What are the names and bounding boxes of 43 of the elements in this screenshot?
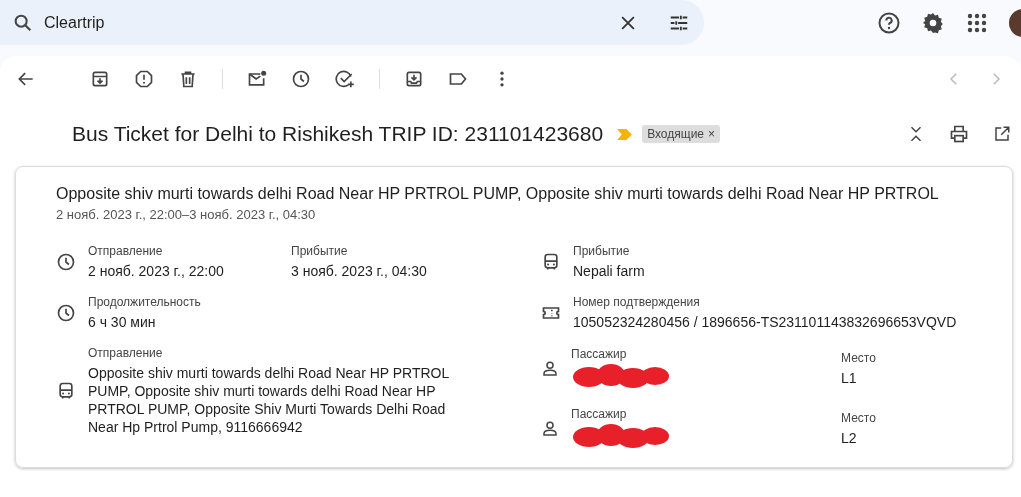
field-value: 3 нояб. 2023 г., 04:30 bbox=[291, 262, 428, 280]
add-task-icon[interactable] bbox=[335, 69, 355, 89]
search-value: Cleartrip bbox=[44, 13, 105, 32]
label-chip-text: Входящие bbox=[647, 127, 705, 141]
email-subject: Bus Ticket for Delhi to Rishikesh TRIP ID: 231101423680 bbox=[72, 122, 604, 146]
field-value: 2 нояб. 2023 г., 22:00 bbox=[88, 262, 225, 280]
move-to-inbox-icon[interactable] bbox=[404, 69, 424, 89]
person-icon bbox=[541, 419, 559, 438]
report-spam-icon[interactable] bbox=[134, 69, 154, 89]
field-label: Продолжительность bbox=[88, 295, 202, 309]
trip-title: Opposite shiv murti towards delhi Road Near HP PRTROL PUMP, Opposite shiv murti towards delhi Road Near HP PRTROL bbox=[56, 185, 940, 203]
bus-icon bbox=[541, 252, 561, 272]
field-value: Opposite shiv murti towards delhi Road Near HP PRTROL PUMP, Opposite shiv murti towards delhi Road Near HP PRTROL PUMP, Opposite Shiv Murti Towards Delhi Road Near Hp Prtrol Pump, 9116666942 bbox=[88, 364, 450, 436]
delete-icon[interactable] bbox=[178, 69, 198, 89]
settings-icon[interactable] bbox=[921, 10, 945, 35]
field-label: Прибытие bbox=[573, 244, 631, 258]
field-label: Пассажир bbox=[571, 406, 628, 421]
snooze-clock-icon[interactable] bbox=[291, 69, 311, 89]
bus-icon bbox=[56, 381, 76, 401]
field-value: 6 ч 30 мин bbox=[88, 313, 157, 331]
person-icon bbox=[541, 359, 559, 378]
trip-dates: 2 нояб. 2023 г., 22:00–3 нояб. 2023 г., 04:30 bbox=[56, 207, 317, 222]
seat-value: L1 bbox=[841, 368, 858, 387]
field-label: Пассажир bbox=[571, 346, 628, 361]
importance-marker-icon[interactable] bbox=[617, 128, 633, 140]
field-label: Отправление bbox=[88, 244, 164, 258]
search-field[interactable]: Cleartrip bbox=[0, 0, 704, 45]
field-label: Место bbox=[841, 410, 877, 425]
field-label: Номер подтверждения bbox=[573, 295, 701, 309]
field-label: Место bbox=[841, 350, 877, 365]
archive-icon[interactable] bbox=[90, 69, 110, 89]
field-label: Отправление bbox=[88, 346, 164, 360]
mark-unread-icon[interactable] bbox=[247, 69, 267, 89]
help-icon[interactable] bbox=[877, 10, 901, 35]
remove-label-button[interactable]: × bbox=[708, 127, 716, 141]
open-in-new-window-icon[interactable] bbox=[993, 125, 1011, 143]
clock-icon bbox=[56, 252, 76, 272]
seat-value: L2 bbox=[841, 428, 858, 447]
clock-icon bbox=[56, 303, 76, 323]
field-value: Nepali farm bbox=[573, 262, 646, 280]
field-value: 105052324280456 / 1896656-TS231101143832696653VQVD bbox=[573, 313, 958, 331]
field-label: Прибытие bbox=[291, 244, 349, 258]
print-icon[interactable] bbox=[949, 124, 969, 144]
